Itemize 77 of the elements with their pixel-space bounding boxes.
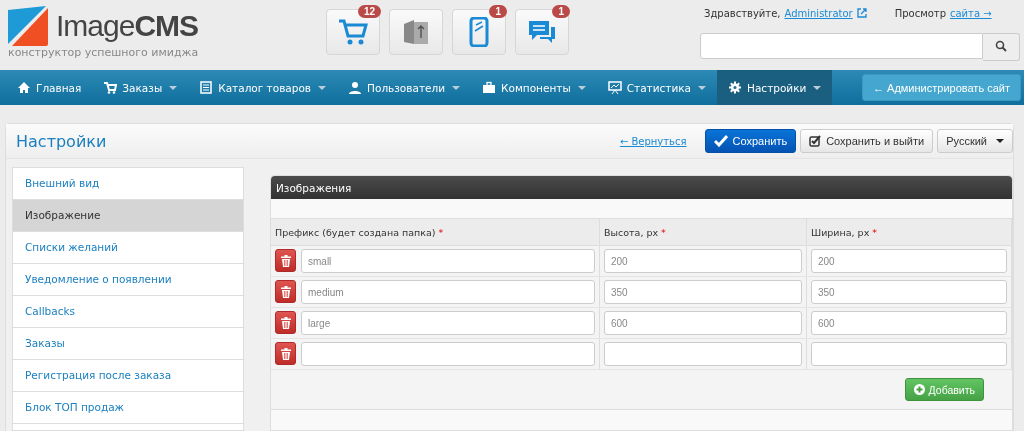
home-icon xyxy=(17,81,31,94)
cart-icon xyxy=(338,18,368,46)
sidebar-item[interactable]: Изображение xyxy=(13,200,243,232)
delete-button[interactable] xyxy=(275,280,296,303)
prefix-field[interactable]: large xyxy=(301,311,595,335)
gear-icon xyxy=(728,81,743,94)
checkbox-icon xyxy=(809,135,822,147)
sidebar-item[interactable]: Заказы xyxy=(13,328,243,360)
required-mark: * xyxy=(661,226,666,238)
nav-tab[interactable]: Пользователи xyxy=(337,70,472,105)
delete-button[interactable] xyxy=(275,342,296,365)
sidebar-item[interactable]: Callbacks xyxy=(13,296,243,328)
count-badge: 1 xyxy=(489,5,507,18)
logo-text: ImageCMS xyxy=(56,9,199,43)
sidebar-item[interactable]: Блок ТОП продаж xyxy=(13,392,243,424)
briefcase-icon xyxy=(482,81,497,94)
count-badge: 12 xyxy=(357,5,381,18)
required-mark: * xyxy=(872,226,877,238)
count-badge: 1 xyxy=(552,5,570,18)
sidebar-item[interactable]: Списки желаний xyxy=(13,232,243,264)
height-field[interactable]: 600 xyxy=(604,311,802,335)
delete-button[interactable] xyxy=(275,311,296,334)
nav-tab[interactable]: Настройки xyxy=(717,70,833,105)
width-field[interactable]: 350 xyxy=(811,280,1007,304)
height-field[interactable]: 200 xyxy=(604,249,802,273)
save-exit-button[interactable]: Сохранить и выйти xyxy=(800,129,934,153)
nav-tab[interactable]: Заказы xyxy=(92,70,189,105)
sidebar-item[interactable]: Уведомление о появлении xyxy=(13,264,243,296)
check-icon xyxy=(713,135,728,147)
nav-tab[interactable]: Каталог товаров xyxy=(188,70,338,105)
height-field[interactable] xyxy=(604,342,802,366)
search-icon xyxy=(995,39,1007,52)
column-label: Высота, px xyxy=(604,226,659,238)
external-link-icon xyxy=(856,8,867,18)
search-button[interactable] xyxy=(983,33,1020,61)
language-dropdown[interactable]: Русский xyxy=(937,129,1013,153)
view-label: Просмотр xyxy=(894,7,946,19)
trash-icon xyxy=(280,316,291,329)
column-label: Ширина, px xyxy=(811,226,870,238)
nav-tab[interactable]: Компоненты xyxy=(471,70,597,105)
panel-title: Изображения xyxy=(276,181,352,194)
prefix-field[interactable]: small xyxy=(301,249,595,273)
add-button[interactable]: Добавить xyxy=(904,378,984,401)
trash-icon xyxy=(280,347,291,360)
search-field[interactable] xyxy=(700,33,983,59)
prefix-field[interactable]: medium xyxy=(301,280,595,304)
nav-tab[interactable]: Статистика xyxy=(596,70,718,105)
quick-button[interactable] xyxy=(389,9,443,55)
height-field[interactable]: 350 xyxy=(604,280,802,304)
plus-icon xyxy=(913,384,925,395)
trash-icon xyxy=(280,254,291,267)
required-mark: * xyxy=(438,226,444,238)
cart-icon xyxy=(103,81,118,94)
logo-tagline: конструктор успешного имиджа xyxy=(8,46,200,59)
admin-site-button[interactable]: ← Администрировать сайт xyxy=(862,74,1021,101)
prefix-field[interactable] xyxy=(301,342,595,366)
user-link[interactable]: Administrator xyxy=(784,7,853,19)
greeting-text: Здравствуйте, xyxy=(704,7,781,19)
column-label: Префикс (будет создана папка) xyxy=(275,226,436,238)
delete-button[interactable] xyxy=(275,249,296,272)
phone-icon xyxy=(469,17,489,47)
width-field[interactable]: 200 xyxy=(811,249,1007,273)
chat-icon xyxy=(527,19,557,45)
nav-tab[interactable]: Главная xyxy=(6,70,93,105)
presentation-icon xyxy=(607,81,622,94)
view-site-link[interactable]: сайта → xyxy=(950,7,992,19)
trash-icon xyxy=(280,285,291,298)
list-icon xyxy=(199,81,214,94)
caret-icon xyxy=(996,139,1004,143)
sidebar-item[interactable]: Регистрация после заказа xyxy=(13,360,243,392)
user-icon xyxy=(348,81,363,94)
width-field[interactable] xyxy=(811,342,1007,366)
page-title: Настройки xyxy=(16,131,107,151)
box-icon xyxy=(402,18,430,46)
save-button[interactable]: Сохранить xyxy=(704,129,797,153)
back-link[interactable]: ← Вернуться xyxy=(619,135,687,147)
width-field[interactable]: 600 xyxy=(811,311,1007,335)
